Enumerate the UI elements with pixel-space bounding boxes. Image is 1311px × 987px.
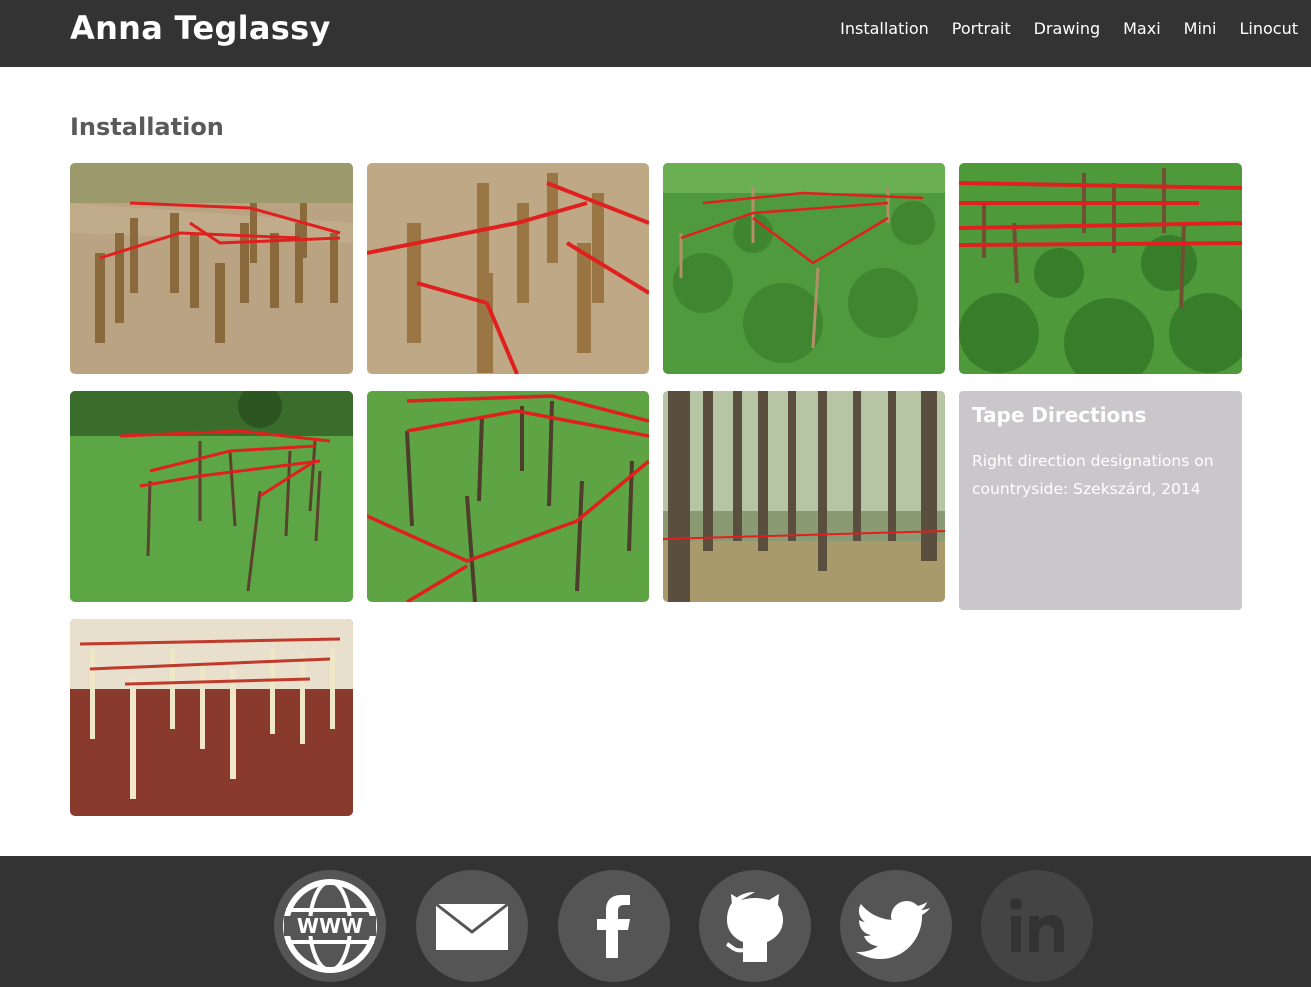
gallery-image-6[interactable] — [367, 391, 649, 602]
gallery-image-8[interactable] — [70, 619, 353, 816]
main-nav: Installation Portrait Drawing Maxi Mini … — [817, 19, 1298, 38]
twitter-icon[interactable] — [840, 870, 952, 982]
gallery-image-2[interactable] — [367, 163, 649, 374]
svg-text:WWW: WWW — [297, 914, 363, 938]
gallery-image-5[interactable] — [70, 391, 353, 602]
nav-item-drawing[interactable]: Drawing — [1034, 19, 1101, 38]
gallery-image-7[interactable] — [663, 391, 945, 602]
footer: WWW — [0, 856, 1311, 987]
www-icon[interactable]: WWW — [274, 870, 386, 982]
linkedin-icon[interactable] — [981, 870, 1093, 982]
facebook-icon[interactable] — [558, 870, 670, 982]
nav-item-linocut[interactable]: Linocut — [1240, 19, 1299, 38]
github-icon[interactable] — [699, 870, 811, 982]
gallery-image-1[interactable] — [70, 163, 353, 374]
nav-item-mini[interactable]: Mini — [1184, 19, 1217, 38]
nav-item-maxi[interactable]: Maxi — [1123, 19, 1161, 38]
top-navbar: Anna Teglassy Installation Portrait Draw… — [0, 0, 1311, 67]
site-brand[interactable]: Anna Teglassy — [70, 9, 331, 47]
nav-item-portrait[interactable]: Portrait — [952, 19, 1011, 38]
nav-item-installation[interactable]: Installation — [840, 19, 929, 38]
gallery-image-4[interactable] — [959, 163, 1242, 374]
section-title: Installation — [70, 113, 224, 141]
gallery-image-3[interactable] — [663, 163, 945, 374]
mail-icon[interactable] — [416, 870, 528, 982]
info-card-text: Right direction designations on countrys… — [972, 452, 1214, 498]
info-card: Tape Directions Right direction designat… — [959, 391, 1242, 610]
info-card-title: Tape Directions — [972, 403, 1147, 427]
